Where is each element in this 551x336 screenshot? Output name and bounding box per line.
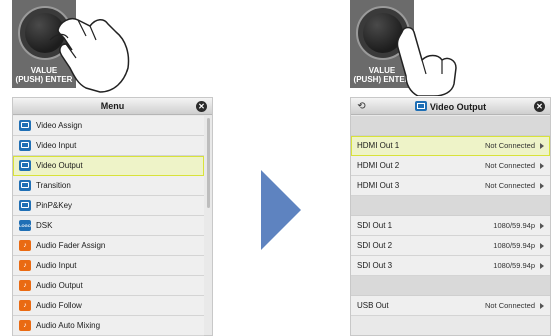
menu-item-label: Audio Output xyxy=(36,281,83,290)
logo-icon: LOGO xyxy=(19,220,31,231)
menu-item-label: PinP&Key xyxy=(36,201,73,210)
output-list: HDMI Out 1 Not Connected HDMI Out 2 Not Con… xyxy=(351,116,550,316)
output-value: 1080/59.94p xyxy=(493,241,535,250)
pinp-key-icon xyxy=(19,200,31,211)
video-assign-icon xyxy=(19,120,31,131)
output-row[interactable]: SDI Out 3 1080/59.94p xyxy=(351,256,550,276)
output-name: SDI Out 3 xyxy=(357,261,393,270)
video-output-title: Video Output xyxy=(351,101,550,112)
menu-title: Menu xyxy=(100,101,125,111)
menu-item[interactable]: ♪ Audio Follow xyxy=(13,296,204,316)
output-name: SDI Out 1 xyxy=(357,221,393,230)
menu-item-label: Audio Auto Mixing xyxy=(36,321,101,330)
output-name: USB Out xyxy=(357,301,389,310)
menu-item-label: Video Assign xyxy=(36,121,83,130)
instruction-illustration: VALUE (PUSH) ENTER VALUE (PUSH) ENTER Me… xyxy=(0,0,551,336)
next-step-arrow-icon xyxy=(261,170,301,250)
menu-titlebar: Menu ✕ xyxy=(13,98,212,115)
menu-item[interactable]: ♪ Audio Auto Mixing xyxy=(13,316,204,336)
menu-item[interactable]: Video Output xyxy=(13,156,204,176)
output-value: Not Connected xyxy=(484,301,535,310)
close-icon[interactable]: ✕ xyxy=(196,101,207,112)
group-separator xyxy=(351,196,550,216)
chevron-right-icon xyxy=(540,182,544,189)
video-output-title-text: Video Output xyxy=(429,102,487,112)
menu-item[interactable]: ♪ Audio Output xyxy=(13,276,204,296)
chevron-right-icon xyxy=(540,162,544,169)
audio-output-icon: ♪ xyxy=(19,280,31,291)
menu-screen: Menu ✕ Video Assign Video Input Video Outp… xyxy=(12,97,213,336)
output-row[interactable]: SDI Out 2 1080/59.94p xyxy=(351,236,550,256)
menu-item-label: Video Output xyxy=(36,161,83,170)
menu-item[interactable]: ♪ Audio Input xyxy=(13,256,204,276)
transition-icon xyxy=(19,180,31,191)
menu-item-label: Video Input xyxy=(36,141,77,150)
menu-scrollbar[interactable] xyxy=(207,118,210,208)
video-output-screen: ⟲ Video Output ✕ HDMI Out 1 Not Connected… xyxy=(350,97,551,336)
audio-fader-icon: ♪ xyxy=(19,240,31,251)
menu-item[interactable]: ♪ Audio Fader Assign xyxy=(13,236,204,256)
menu-list: Video Assign Video Input Video Output Trans… xyxy=(13,116,204,336)
menu-item-label: Audio Fader Assign xyxy=(36,241,106,250)
chevron-right-icon xyxy=(540,302,544,309)
audio-auto-mixing-icon: ♪ xyxy=(19,320,31,331)
chevron-right-icon xyxy=(540,222,544,229)
output-row[interactable]: HDMI Out 3 Not Connected xyxy=(351,176,550,196)
output-name: HDMI Out 2 xyxy=(357,161,400,170)
menu-item[interactable]: Video Assign xyxy=(13,116,204,136)
audio-follow-icon: ♪ xyxy=(19,300,31,311)
output-row[interactable]: HDMI Out 2 Not Connected xyxy=(351,156,550,176)
output-value: Not Connected xyxy=(484,161,535,170)
audio-input-icon: ♪ xyxy=(19,260,31,271)
chevron-right-icon xyxy=(540,262,544,269)
video-input-icon xyxy=(19,140,31,151)
output-value: Not Connected xyxy=(484,141,535,150)
output-value: 1080/59.94p xyxy=(493,261,535,270)
menu-item-label: Audio Input xyxy=(36,261,77,270)
chevron-right-icon xyxy=(540,242,544,249)
group-separator xyxy=(351,116,550,136)
output-name: SDI Out 2 xyxy=(357,241,393,250)
group-separator xyxy=(351,276,550,296)
output-row[interactable]: USB Out Not Connected xyxy=(351,296,550,316)
output-value: Not Connected xyxy=(484,181,535,190)
menu-item[interactable]: Video Input xyxy=(13,136,204,156)
output-value: 1080/59.94p xyxy=(493,221,535,230)
menu-item[interactable]: LOGO DSK xyxy=(13,216,204,236)
output-row[interactable]: SDI Out 1 1080/59.94p xyxy=(351,216,550,236)
output-name: HDMI Out 3 xyxy=(357,181,400,190)
menu-item-label: Transition xyxy=(36,181,71,190)
video-output-titlebar: ⟲ Video Output ✕ xyxy=(351,98,550,115)
turning-hand-icon xyxy=(49,18,130,93)
close-icon[interactable]: ✕ xyxy=(534,101,545,112)
menu-item-label: Audio Follow xyxy=(36,301,82,310)
chevron-right-icon xyxy=(540,142,544,149)
menu-item-label: DSK xyxy=(36,221,53,230)
video-output-icon xyxy=(19,160,31,171)
menu-item[interactable]: PinP&Key xyxy=(13,196,204,216)
output-name: HDMI Out 1 xyxy=(357,141,400,150)
output-row[interactable]: HDMI Out 1 Not Connected xyxy=(351,136,550,156)
video-output-icon xyxy=(414,101,427,111)
pushing-finger-icon xyxy=(396,26,457,96)
menu-item[interactable]: Transition xyxy=(13,176,204,196)
